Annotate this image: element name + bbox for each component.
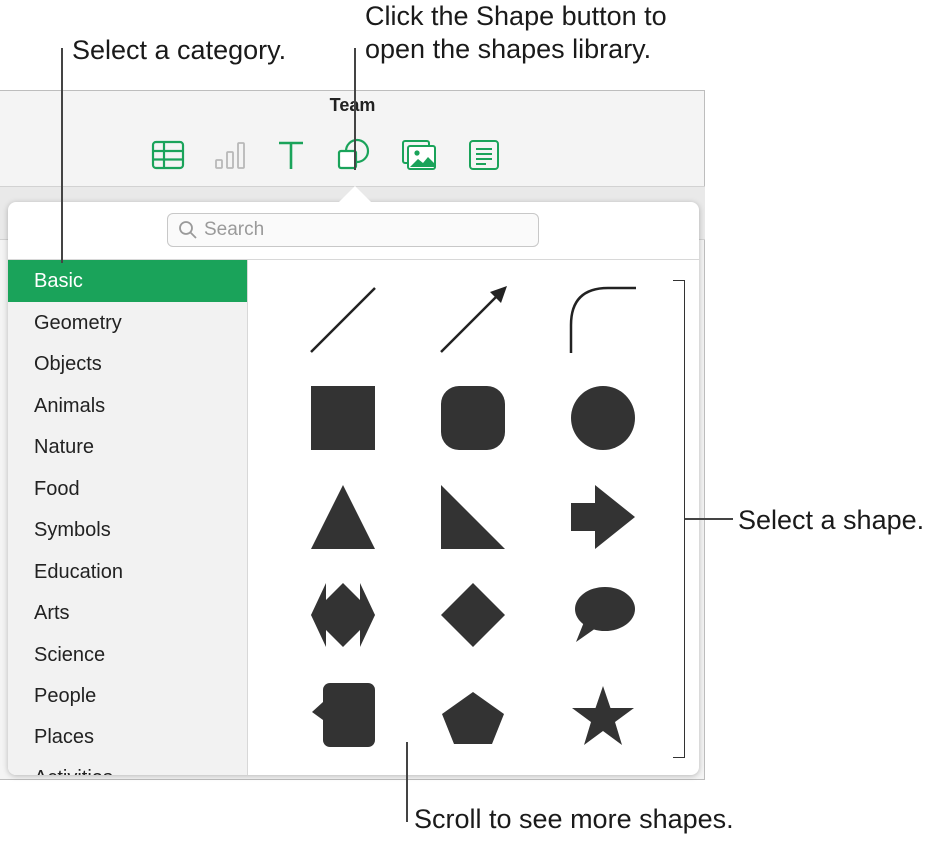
- table-button[interactable]: [148, 136, 188, 174]
- comment-icon: [469, 140, 499, 170]
- media-button[interactable]: [399, 136, 439, 174]
- category-item-objects[interactable]: Objects: [8, 343, 247, 385]
- category-item-science[interactable]: Science: [8, 634, 247, 676]
- shape-line[interactable]: [308, 285, 378, 355]
- callout-shape-button-line2: open the shapes library.: [365, 34, 652, 64]
- shape-icon: [337, 138, 370, 170]
- callout-select-shape: Select a shape.: [738, 505, 925, 535]
- category-item-education[interactable]: Education: [8, 551, 247, 593]
- shape-arrow[interactable]: [568, 482, 638, 552]
- leader-scroll: [406, 742, 408, 822]
- sidebar-divider: [247, 260, 248, 775]
- search-icon: [179, 221, 197, 239]
- category-item-nature[interactable]: Nature: [8, 426, 247, 468]
- media-icon: [402, 140, 436, 170]
- shape-triangle[interactable]: [308, 482, 378, 552]
- shape-rounded-square[interactable]: [438, 383, 508, 453]
- shape-button[interactable]: [333, 136, 373, 174]
- shape-star[interactable]: [568, 680, 638, 750]
- shape-circle[interactable]: [568, 383, 638, 453]
- text-icon: [279, 141, 303, 169]
- category-item-basic[interactable]: Basic: [8, 260, 247, 302]
- shape-arrow-line[interactable]: [438, 285, 508, 355]
- callout-scroll: Scroll to see more shapes.: [414, 804, 734, 834]
- chart-button[interactable]: [210, 136, 250, 174]
- shape-curve[interactable]: [568, 285, 638, 355]
- comment-button[interactable]: [464, 136, 504, 174]
- shape-callout-square[interactable]: [308, 680, 378, 750]
- leader-select-category: [61, 48, 63, 263]
- category-item-geometry[interactable]: Geometry: [8, 302, 247, 344]
- leader-shape-button: [354, 48, 356, 170]
- table-icon: [151, 140, 185, 170]
- search-input[interactable]: [204, 219, 524, 241]
- shape-pentagon[interactable]: [438, 680, 508, 750]
- chart-icon: [215, 142, 245, 169]
- search-field[interactable]: [167, 213, 539, 247]
- shape-double-arrow[interactable]: [308, 580, 378, 650]
- leader-select-shape: [685, 518, 733, 520]
- popover-pointer: [338, 186, 372, 203]
- category-item-activities[interactable]: Activities: [8, 757, 247, 775]
- shape-right-triangle[interactable]: [438, 482, 508, 552]
- category-item-symbols[interactable]: Symbols: [8, 509, 247, 551]
- category-item-people[interactable]: People: [8, 675, 247, 717]
- shape-square[interactable]: [308, 383, 378, 453]
- shapes-bracket: [673, 280, 685, 758]
- category-item-places[interactable]: Places: [8, 716, 247, 758]
- category-list[interactable]: Basic Geometry Objects Animals Nature Fo…: [8, 260, 247, 775]
- shape-speech-bubble[interactable]: [568, 580, 638, 650]
- callout-shape-button-line1: Click the Shape button to: [365, 1, 667, 31]
- window-title: Team: [329, 95, 376, 115]
- category-item-arts[interactable]: Arts: [8, 592, 247, 634]
- text-button[interactable]: [271, 136, 311, 174]
- shape-diamond[interactable]: [438, 580, 508, 650]
- category-item-food[interactable]: Food: [8, 468, 247, 510]
- callout-select-category: Select a category.: [72, 35, 287, 65]
- category-item-animals[interactable]: Animals: [8, 385, 247, 427]
